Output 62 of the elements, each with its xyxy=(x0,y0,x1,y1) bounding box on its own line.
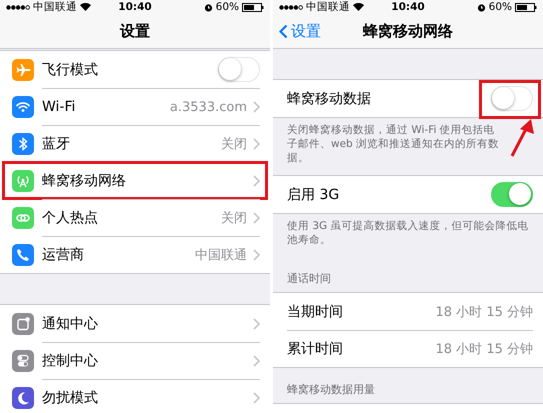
row-label: 勿扰模式 xyxy=(42,389,99,407)
row-label: 飞行模式 xyxy=(42,60,99,78)
wifi-signal-icon xyxy=(353,3,364,11)
screen-title: 设置 xyxy=(120,22,150,40)
settings-row[interactable]: Wi-Fi a.3533.com xyxy=(0,88,270,125)
battery-percent: 60% xyxy=(216,1,239,13)
settings-row[interactable]: 累计时间 18 小时 15 分钟 xyxy=(273,330,543,367)
settings-row[interactable]: 启用 3G xyxy=(273,176,543,213)
status-time: 10:40 xyxy=(118,1,152,13)
section-header: 蜂窝移动数据用量 xyxy=(286,382,376,398)
chevron-left-icon xyxy=(279,24,288,38)
row-value: 18 小时 15 分钟 xyxy=(436,341,533,358)
row-label: 当期时间 xyxy=(287,302,344,320)
battery-icon xyxy=(242,2,264,12)
row-value: 关闭 xyxy=(221,136,247,153)
row-label: 累计时间 xyxy=(287,340,344,358)
row-label: 蜂窝移动数据 xyxy=(287,90,372,108)
carrier-name: 中国联通 xyxy=(33,0,77,14)
carrier-name: 中国联通 xyxy=(306,0,350,14)
settings-row[interactable]: 控制中心 xyxy=(0,342,270,379)
chevron-right-icon xyxy=(253,355,260,367)
wifi-signal-icon xyxy=(80,3,91,11)
settings-row[interactable]: 飞行模式 xyxy=(0,51,270,88)
settings-row[interactable]: 个人热点 关闭 xyxy=(0,199,270,236)
battery-percent: 60% xyxy=(488,1,512,13)
chevron-right-icon xyxy=(253,101,260,113)
section-header: 通话时间 xyxy=(286,271,332,287)
row-label: 蓝牙 xyxy=(42,135,71,153)
chevron-right-icon xyxy=(253,138,260,150)
settings-row[interactable]: 通知中心 xyxy=(0,305,270,342)
settings-row[interactable]: 蜂窝移动数据 xyxy=(273,80,543,117)
row-label: Wi-Fi xyxy=(42,99,76,115)
status-time: 10:40 xyxy=(391,1,425,13)
row-value: a.3533.com xyxy=(170,100,247,114)
pointer-arrow xyxy=(509,119,535,157)
row-label: 控制中心 xyxy=(42,352,99,370)
toggle-switch[interactable] xyxy=(491,182,533,207)
battery-icon xyxy=(515,2,537,12)
row-value: 18 小时 15 分钟 xyxy=(436,304,533,320)
settings-row[interactable]: 蓝牙 关闭 xyxy=(0,125,270,162)
chevron-right-icon xyxy=(253,175,260,187)
settings-row[interactable]: 蜂窝移动网络 xyxy=(0,162,270,199)
section-footer: 关闭蜂窝移动数据，通过 Wi-Fi 使用包括电子邮件、web 浏览和推送通知在内的所有数据。 xyxy=(287,123,505,165)
chevron-right-icon xyxy=(253,392,260,404)
row-label: 蜂窝移动网络 xyxy=(42,172,127,190)
row-label: 启用 3G xyxy=(287,186,340,204)
row-label: 个人热点 xyxy=(42,209,99,227)
settings-row[interactable]: 勿扰模式 xyxy=(0,379,270,413)
screen-title: 蜂窝移动网络 xyxy=(363,22,453,40)
chevron-right-icon xyxy=(253,249,260,261)
row-value: 关闭 xyxy=(221,210,247,227)
signal-icon xyxy=(6,4,30,10)
back-button[interactable]: 设置 xyxy=(273,20,327,42)
section-footer: 使用 3G 虽可提高数据载入速度，但可能会降低电池寿命。 xyxy=(287,219,535,247)
row-value: 中国联通 xyxy=(195,247,247,264)
chevron-right-icon xyxy=(253,212,260,224)
signal-icon xyxy=(279,4,303,10)
row-label: 运营商 xyxy=(42,246,85,264)
chevron-right-icon xyxy=(253,318,260,330)
row-label: 通知中心 xyxy=(42,314,99,332)
settings-row[interactable]: 运营商 中国联通 xyxy=(0,236,270,273)
settings-row[interactable]: 当期时间 18 小时 15 分钟 xyxy=(273,293,543,330)
